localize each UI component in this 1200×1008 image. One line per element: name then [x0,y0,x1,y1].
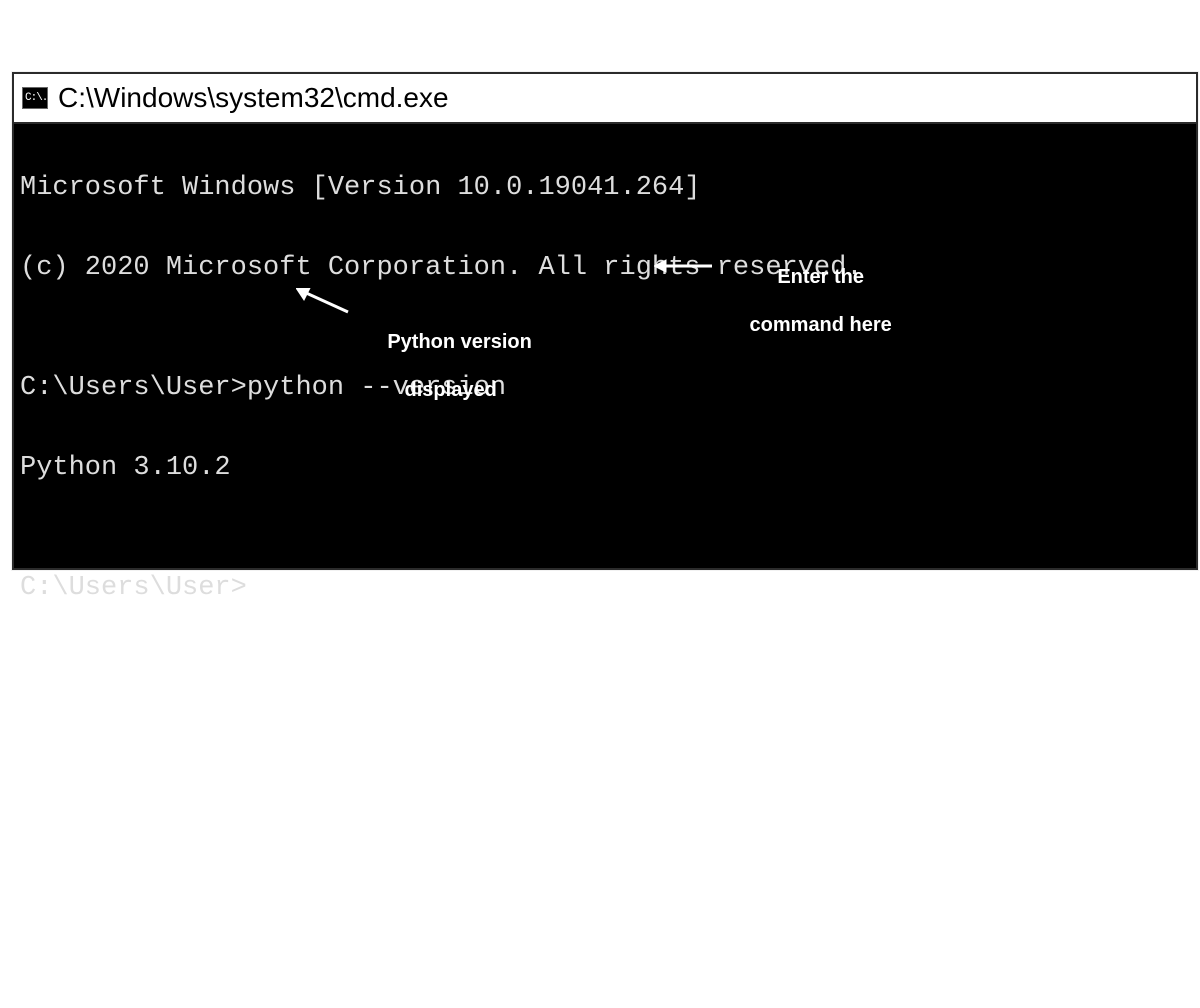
terminal-line-output: Python 3.10.2 [20,448,1190,488]
annotation-version-line2: displayed [405,379,497,401]
window-title: C:\Windows\system32\cmd.exe [58,82,449,114]
arrow-icon [296,288,356,318]
terminal-line-command: C:\Users\User>python --version [20,368,1190,408]
title-bar[interactable]: C:\. C:\Windows\system32\cmd.exe [14,74,1196,124]
annotation-command-line1: Enter the [777,266,864,288]
annotation-version-line1: Python version [387,331,531,353]
cmd-icon: C:\. [22,87,48,109]
annotation-command-line2: command here [750,314,892,336]
terminal-line-prompt: C:\Users\User> [20,568,1190,608]
cmd-window: C:\. C:\Windows\system32\cmd.exe Microso… [12,72,1198,570]
terminal-line-copyright: (c) 2020 Microsoft Corporation. All righ… [20,248,1190,288]
annotation-version: Python version displayed [354,306,514,426]
annotation-command: Enter the command here [714,241,894,361]
arrow-icon [654,256,714,276]
terminal-body[interactable]: Microsoft Windows [Version 10.0.19041.26… [14,124,1196,568]
terminal-line-os-version: Microsoft Windows [Version 10.0.19041.26… [20,168,1190,208]
